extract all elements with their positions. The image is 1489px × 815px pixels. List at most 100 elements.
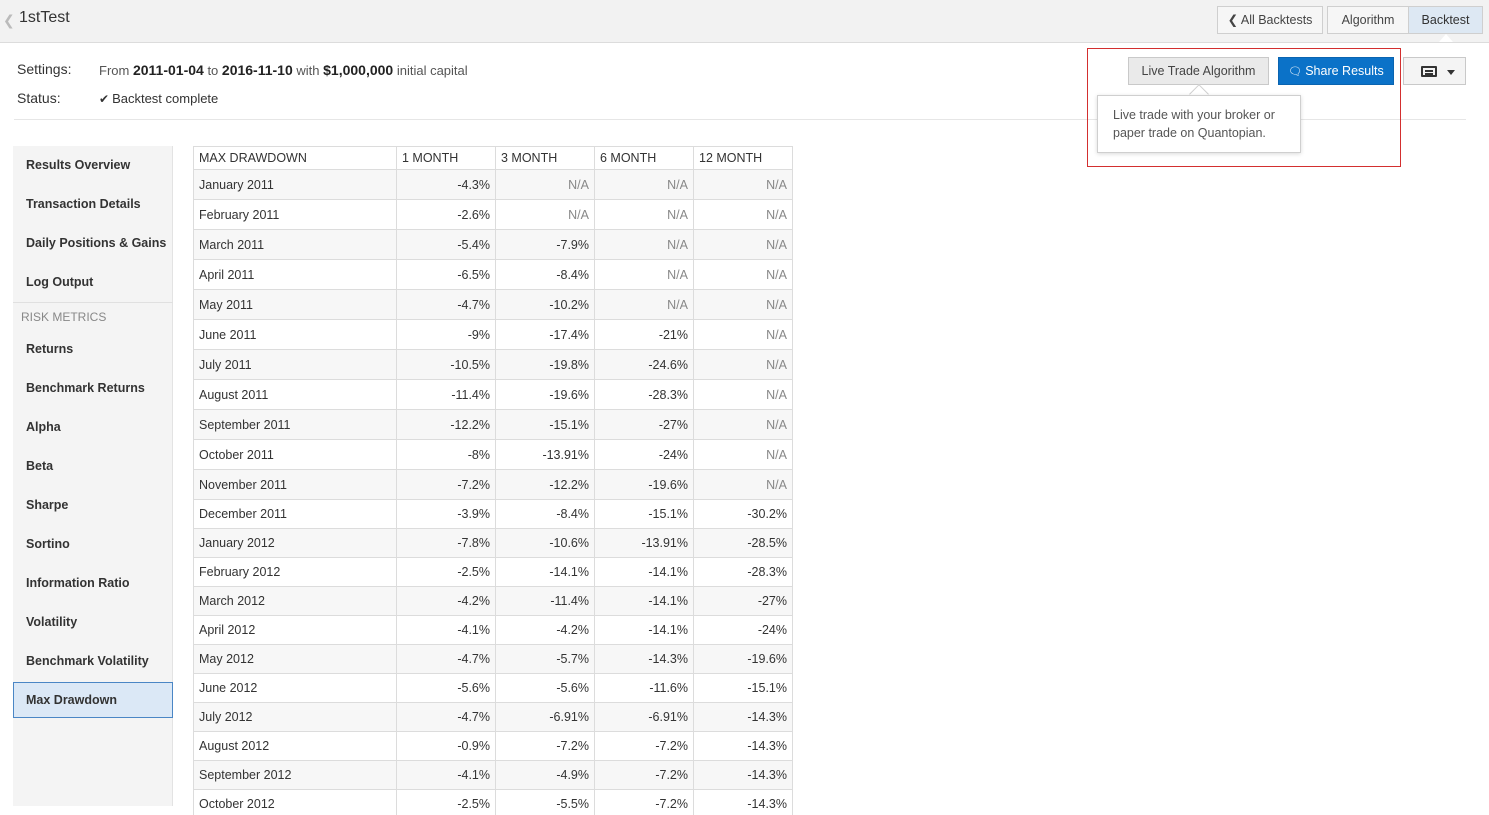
drawdown-cell: N/A	[693, 379, 793, 410]
row-month-cell: October 2011	[193, 439, 397, 470]
drawdown-cell: N/A	[495, 199, 595, 230]
drawdown-cell: N/A	[693, 319, 793, 350]
from-word: From	[99, 63, 130, 78]
row-month-cell: February 2012	[193, 557, 397, 587]
drawdown-cell: -6.91%	[594, 702, 694, 732]
drawdown-cell: N/A	[693, 469, 793, 500]
drawdown-cell: -4.7%	[396, 289, 496, 320]
status-value: ✔ Backtest complete	[99, 91, 218, 106]
tab-algorithm[interactable]: Algorithm	[1327, 6, 1408, 34]
column-header: 3 MONTH	[495, 146, 595, 170]
drawdown-cell: N/A	[594, 199, 694, 230]
sidebar-item-sortino[interactable]: Sortino	[13, 526, 173, 562]
table-row: August 2012 -0.9% -7.2% -7.2% -14.3%	[193, 731, 793, 761]
drawdown-cell: -4.7%	[396, 644, 496, 674]
drawdown-cell: -8.4%	[495, 499, 595, 529]
drawdown-cell: -3.9%	[396, 499, 496, 529]
drawdown-cell: -19.6%	[594, 469, 694, 500]
drawdown-cell: -6.5%	[396, 259, 496, 290]
drawdown-cell: -30.2%	[693, 499, 793, 529]
sidebar-item-information-ratio[interactable]: Information Ratio	[13, 565, 173, 601]
drawdown-cell: -7.9%	[495, 229, 595, 260]
table-row: October 2012 -2.5% -5.5% -7.2% -14.3%	[193, 789, 793, 815]
drawdown-cell: N/A	[693, 259, 793, 290]
sidebar-item-results-overview[interactable]: Results Overview	[13, 147, 173, 183]
drawdown-cell: N/A	[594, 169, 694, 200]
table-row: November 2011 -7.2% -12.2% -19.6% N/A	[193, 469, 793, 500]
drawdown-cell: -21%	[594, 319, 694, 350]
sidebar-item-volatility[interactable]: Volatility	[13, 604, 173, 640]
drawdown-cell: -13.91%	[594, 528, 694, 558]
drawdown-cell: -24%	[594, 439, 694, 470]
sidebar-item-daily-positions[interactable]: Daily Positions & Gains	[13, 225, 173, 261]
drawdown-cell: -4.3%	[396, 169, 496, 200]
table-row: March 2011 -5.4% -7.9% N/A N/A	[193, 229, 793, 260]
drawdown-cell: -12.2%	[396, 409, 496, 440]
settings-summary: From 2011-01-04 to 2016-11-10 with $1,00…	[99, 62, 468, 78]
drawdown-cell: -15.1%	[594, 499, 694, 529]
table-row: December 2011 -3.9% -8.4% -15.1% -30.2%	[193, 499, 793, 529]
drawdown-cell: -11.4%	[396, 379, 496, 410]
sidebar-item-sharpe[interactable]: Sharpe	[13, 487, 173, 523]
drawdown-cell: -27%	[594, 409, 694, 440]
sidebar-item-returns[interactable]: Returns	[13, 331, 173, 367]
all-backtests-button[interactable]: ❮ All Backtests	[1217, 6, 1323, 34]
sidebar-item-beta[interactable]: Beta	[13, 448, 173, 484]
drawdown-cell: -5.7%	[495, 644, 595, 674]
chevron-left-icon[interactable]: ❮	[3, 12, 15, 29]
settings-label: Settings:	[17, 61, 72, 77]
drawdown-cell: -27%	[693, 586, 793, 616]
caret-down-icon	[1447, 70, 1455, 75]
drawdown-cell: -24%	[693, 615, 793, 645]
row-month-cell: February 2011	[193, 199, 397, 230]
drawdown-cell: -4.2%	[396, 586, 496, 616]
sidebar-item-max-drawdown[interactable]: Max Drawdown	[13, 682, 173, 718]
start-date: 2011-01-04	[132, 62, 204, 78]
row-month-cell: May 2012	[193, 644, 397, 674]
drawdown-cell: -28.5%	[693, 528, 793, 558]
row-month-cell: December 2011	[193, 499, 397, 529]
row-month-cell: January 2011	[193, 169, 397, 200]
sidebar-item-alpha[interactable]: Alpha	[13, 409, 173, 445]
sidebar-item-transaction-details[interactable]: Transaction Details	[13, 186, 173, 222]
sidebar-item-benchmark-volatility[interactable]: Benchmark Volatility	[13, 643, 173, 679]
row-month-cell: July 2012	[193, 702, 397, 732]
drawdown-cell: N/A	[693, 169, 793, 200]
tab-backtest[interactable]: Backtest	[1408, 6, 1483, 34]
drawdown-cell: -14.1%	[594, 615, 694, 645]
drawdown-cell: -28.3%	[693, 557, 793, 587]
drawdown-cell: -9%	[396, 319, 496, 350]
view-menu-button[interactable]	[1403, 57, 1466, 85]
drawdown-cell: N/A	[693, 229, 793, 260]
row-month-cell: July 2011	[193, 349, 397, 380]
drawdown-cell: -6.91%	[495, 702, 595, 732]
sidebar-item-benchmark-returns[interactable]: Benchmark Returns	[13, 370, 173, 406]
table-row: May 2011 -4.7% -10.2% N/A N/A	[193, 289, 793, 320]
row-month-cell: May 2011	[193, 289, 397, 320]
row-month-cell: April 2012	[193, 615, 397, 645]
row-month-cell: September 2011	[193, 409, 397, 440]
live-trade-tooltip: Live trade with your broker or paper tra…	[1097, 95, 1301, 153]
live-trade-button[interactable]: Live Trade Algorithm	[1128, 57, 1269, 85]
drawdown-cell: -14.1%	[594, 557, 694, 587]
column-header: 6 MONTH	[594, 146, 694, 170]
drawdown-cell: -14.3%	[693, 731, 793, 761]
share-results-button[interactable]: 🗨 Share Results	[1278, 57, 1394, 85]
share-results-label: Share Results	[1305, 64, 1384, 78]
chevron-left-icon: ❮	[1227, 13, 1239, 27]
drawdown-cell: -28.3%	[594, 379, 694, 410]
table-row: June 2011 -9% -17.4% -21% N/A	[193, 319, 793, 350]
table-row: July 2012 -4.7% -6.91% -6.91% -14.3%	[193, 702, 793, 732]
sidebar-item-log-output[interactable]: Log Output	[13, 264, 173, 300]
drawdown-cell: N/A	[495, 169, 595, 200]
table-row: September 2012 -4.1% -4.9% -7.2% -14.3%	[193, 760, 793, 790]
row-month-cell: October 2012	[193, 789, 397, 815]
drawdown-cell: N/A	[693, 289, 793, 320]
row-month-cell: August 2012	[193, 731, 397, 761]
drawdown-cell: -4.1%	[396, 615, 496, 645]
check-icon: ✔	[99, 92, 110, 106]
end-date: 2016-11-10	[221, 62, 293, 78]
drawdown-cell: -7.2%	[594, 760, 694, 790]
drawdown-cell: -19.6%	[495, 379, 595, 410]
drawdown-cell: -19.8%	[495, 349, 595, 380]
